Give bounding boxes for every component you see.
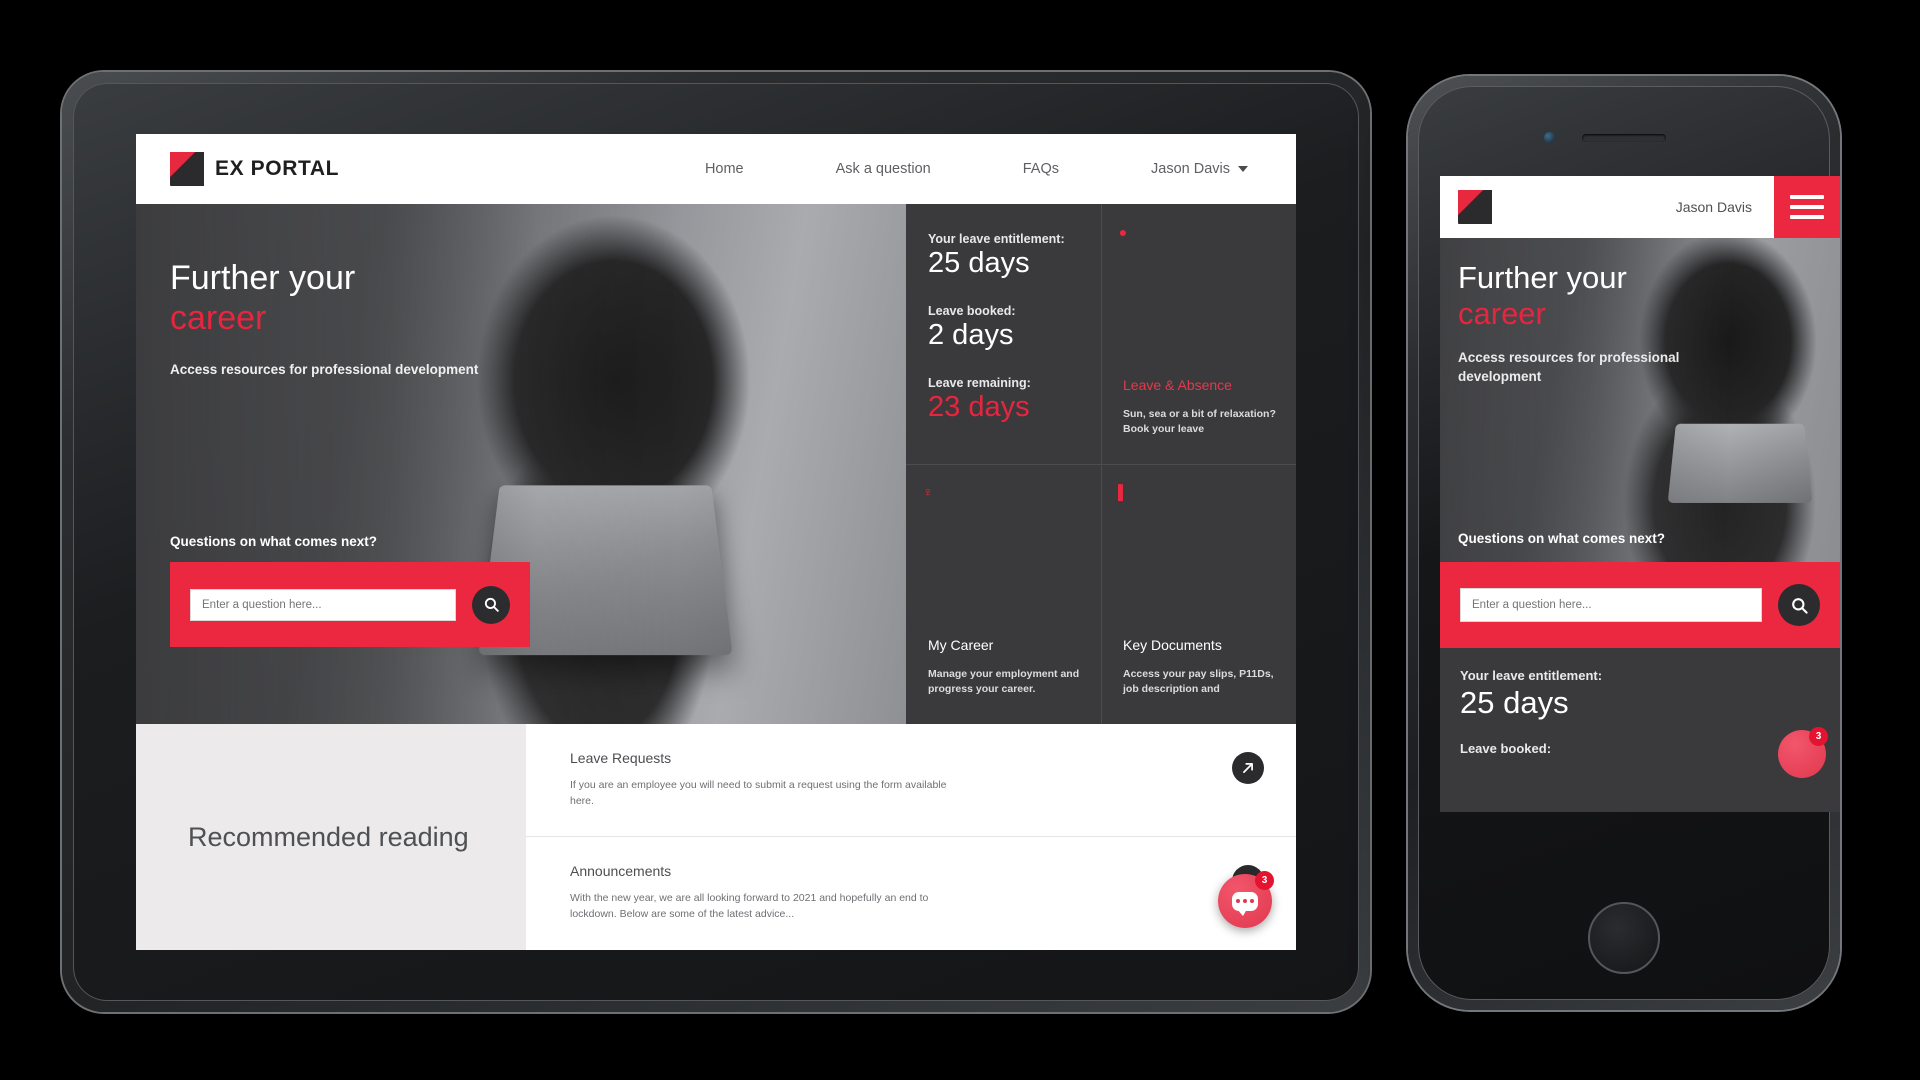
nav-link-ask-a-question[interactable]: Ask a question (836, 161, 931, 177)
mobile-hero-subtitle: Access resources for professional develo… (1458, 349, 1680, 385)
nav-item-home[interactable]: Home (659, 161, 790, 177)
mobile-question-search-bar (1440, 562, 1840, 648)
phone-home-button[interactable] (1588, 902, 1660, 974)
recommended-heading-panel: Recommended reading (136, 724, 526, 950)
hero-title-line-1: Further your (170, 259, 356, 297)
phone-device-frame: Jason Davis Further your career Access r… (1408, 76, 1840, 1010)
mobile-stat-label: Your leave entitlement: (1460, 668, 1603, 683)
nav-link-faqs[interactable]: FAQs (1023, 161, 1059, 177)
ex-portal-logo-icon (170, 152, 204, 186)
stat-label: Your leave entitlement: (928, 232, 1065, 246)
tile-title: Key Documents (1123, 636, 1222, 653)
tile-description: Access your pay slips, P11Ds, job descri… (1123, 667, 1274, 696)
phone-front-camera (1544, 132, 1555, 143)
hero-banner: Further your career Access resources for… (136, 204, 906, 724)
phone-earpiece-speaker (1582, 134, 1666, 142)
hero-section: Further your career Access resources for… (136, 204, 1296, 724)
tile-my-career[interactable]: ♀ My Career Manage your employment and p… (906, 464, 1101, 724)
mobile-stat-value: 25 days (1460, 685, 1569, 720)
user-menu-label[interactable]: Jason Davis (1151, 161, 1230, 177)
user-menu[interactable]: Jason Davis (1105, 161, 1296, 177)
list-item-title: Announcements (570, 863, 672, 879)
hamburger-menu-icon[interactable] (1774, 176, 1840, 238)
main-nav: Home Ask a question FAQs Jason Davis (659, 161, 1296, 177)
top-navigation-bar: EX PORTAL Home Ask a question FAQs Jason… (136, 134, 1296, 204)
screenshot-stage: EX PORTAL Home Ask a question FAQs Jason… (0, 0, 1920, 1080)
tile-title: Leave & Absence (1123, 376, 1232, 393)
leave-absence-glyph: ● (1118, 224, 1128, 240)
stat-value: 23 days (928, 391, 1030, 423)
mobile-chat-widget-button[interactable]: 3 (1778, 727, 1828, 778)
chevron-down-icon (1238, 166, 1248, 172)
search-icon (1791, 597, 1808, 614)
chat-bubble-icon (1232, 891, 1258, 916)
mobile-hero-section: Further your career Access resources for… (1440, 238, 1840, 562)
search-icon (484, 597, 499, 612)
mobile-hero-copy: Further your career Access resources for… (1440, 238, 1840, 387)
tile-title: My Career (928, 636, 994, 653)
dashboard-tiles: Your leave entitlement: 25 days Leave bo… (906, 204, 1296, 724)
tile-body: Leave & Absence Sun, sea or a bit of rel… (1123, 377, 1278, 439)
search-input[interactable] (190, 588, 456, 621)
stat-leave-remaining: Leave remaining: 23 days (928, 376, 1079, 424)
external-link-arrow-icon[interactable] (1232, 752, 1264, 784)
mobile-hero-title-line-2: career (1458, 295, 1546, 331)
brand-name: EX PORTAL (215, 157, 340, 180)
list-item-description: If you are an employee you will need to … (570, 779, 947, 808)
hero-copy: Further your career Access resources for… (136, 204, 906, 377)
stat-label: Leave booked: (928, 304, 1016, 318)
list-item-description: With the new year, we are all looking fo… (570, 892, 929, 921)
brand-logo[interactable]: EX PORTAL (170, 152, 339, 186)
tile-key-documents[interactable]: ▌ Key Documents Access your pay slips, P… (1101, 464, 1296, 724)
hero-subtitle: Access resources for professional develo… (170, 362, 479, 378)
tablet-screen: EX PORTAL Home Ask a question FAQs Jason… (136, 134, 1296, 950)
tile-description: Sun, sea or a bit of relaxation? Book yo… (1123, 407, 1276, 436)
list-item-title: Leave Requests (570, 750, 672, 766)
mobile-search-button[interactable] (1778, 584, 1820, 626)
phone-screen: Jason Davis Further your career Access r… (1440, 176, 1840, 812)
mobile-hero-title-line-1: Further your (1458, 260, 1627, 295)
tile-leave-stats: Your leave entitlement: 25 days Leave bo… (906, 204, 1101, 464)
question-search-bar (170, 562, 530, 647)
nav-link-home[interactable]: Home (705, 161, 744, 177)
tile-leave-and-absence[interactable]: ● Leave & Absence Sun, sea or a bit of r… (1101, 204, 1296, 464)
nav-item-ask-a-question[interactable]: Ask a question (790, 161, 977, 177)
mobile-stat-label: Leave booked: (1460, 741, 1552, 756)
tile-body: Key Documents Access your pay slips, P11… (1123, 637, 1278, 699)
ex-portal-logo-icon[interactable] (1458, 190, 1492, 224)
chat-unread-badge: 3 (1255, 871, 1274, 890)
tablet-device-frame: EX PORTAL Home Ask a question FAQs Jason… (62, 72, 1370, 1012)
mobile-search-prompt-label: Questions on what comes next? (1458, 531, 1666, 546)
recommended-reading-section: Recommended reading Leave Requests If yo… (136, 724, 1296, 950)
mobile-top-bar: Jason Davis (1440, 176, 1840, 238)
stat-leave-booked: Leave booked: 2 days (928, 304, 1079, 352)
stat-value: 2 days (928, 319, 1014, 351)
mobile-leave-stats: Your leave entitlement: 25 days Leave bo… (1440, 648, 1840, 812)
recommended-heading: Recommended reading (188, 821, 469, 852)
my-career-glyph: ♀ (922, 484, 934, 500)
recommended-list: Leave Requests If you are an employee yo… (526, 724, 1296, 950)
hero-title-line-2: career (170, 299, 267, 338)
list-item[interactable]: Announcements With the new year, we are … (526, 837, 1296, 950)
mobile-search-input[interactable] (1460, 588, 1762, 622)
stat-label: Leave remaining: (928, 376, 1031, 390)
chat-widget-button[interactable]: 3 (1218, 871, 1274, 928)
mobile-chat-unread-badge: 3 (1809, 727, 1828, 746)
search-button[interactable] (472, 585, 510, 624)
stat-leave-entitlement: Your leave entitlement: 25 days (928, 232, 1079, 280)
tile-body: My Career Manage your employment and pro… (928, 637, 1083, 699)
nav-item-faqs[interactable]: FAQs (977, 161, 1105, 177)
list-item[interactable]: Leave Requests If you are an employee yo… (526, 724, 1296, 837)
mobile-user-label[interactable]: Jason Davis (1676, 199, 1774, 215)
stat-value: 25 days (928, 247, 1030, 279)
tile-description: Manage your employment and progress your… (928, 667, 1080, 696)
key-documents-glyph: ▌ (1118, 484, 1128, 500)
search-prompt-label: Questions on what comes next? (170, 534, 378, 549)
